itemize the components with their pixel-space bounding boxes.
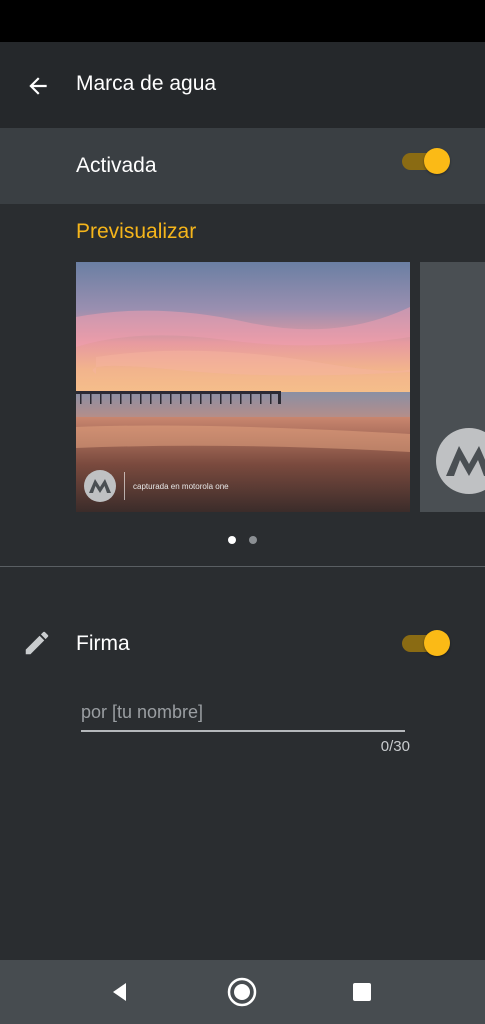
signature-label: Firma bbox=[76, 632, 130, 655]
toggle-thumb bbox=[424, 630, 450, 656]
status-bar bbox=[0, 0, 485, 42]
page-indicator-dot-active[interactable] bbox=[228, 536, 236, 544]
signature-input[interactable] bbox=[81, 696, 405, 728]
arrow-back-icon bbox=[29, 77, 47, 95]
nav-recents-button[interactable] bbox=[344, 974, 380, 1010]
system-nav-bar bbox=[0, 960, 485, 1024]
page-title: Marca de agua bbox=[76, 72, 217, 95]
preview-image-second[interactable] bbox=[420, 262, 485, 512]
activated-label: Activada bbox=[76, 154, 157, 177]
nav-back-icon bbox=[113, 983, 126, 1001]
watermark-text: capturada en motorola one bbox=[133, 482, 229, 491]
motorola-logo-icon bbox=[84, 470, 116, 502]
character-counter: 0/30 bbox=[380, 738, 410, 755]
sunset-photo bbox=[76, 262, 410, 512]
pencil-icon bbox=[25, 631, 49, 655]
preview-image-sunset[interactable]: capturada en motorola one bbox=[76, 262, 410, 512]
app-bar: Marca de agua bbox=[0, 42, 485, 128]
nav-home-icon bbox=[227, 977, 257, 1007]
nav-home-button[interactable] bbox=[224, 974, 260, 1010]
activated-toggle[interactable] bbox=[400, 146, 452, 174]
motorola-logo-icon bbox=[436, 428, 485, 494]
nav-recents-icon bbox=[353, 983, 371, 1001]
section-divider bbox=[0, 566, 485, 567]
signature-input-underline bbox=[81, 730, 405, 732]
signature-toggle[interactable] bbox=[400, 628, 452, 656]
back-button[interactable] bbox=[20, 68, 56, 104]
page-indicator-dot[interactable] bbox=[249, 536, 257, 544]
watermark-divider bbox=[124, 472, 125, 500]
toggle-thumb bbox=[424, 148, 450, 174]
preview-heading: Previsualizar bbox=[76, 220, 197, 243]
nav-back-button[interactable] bbox=[102, 974, 138, 1010]
